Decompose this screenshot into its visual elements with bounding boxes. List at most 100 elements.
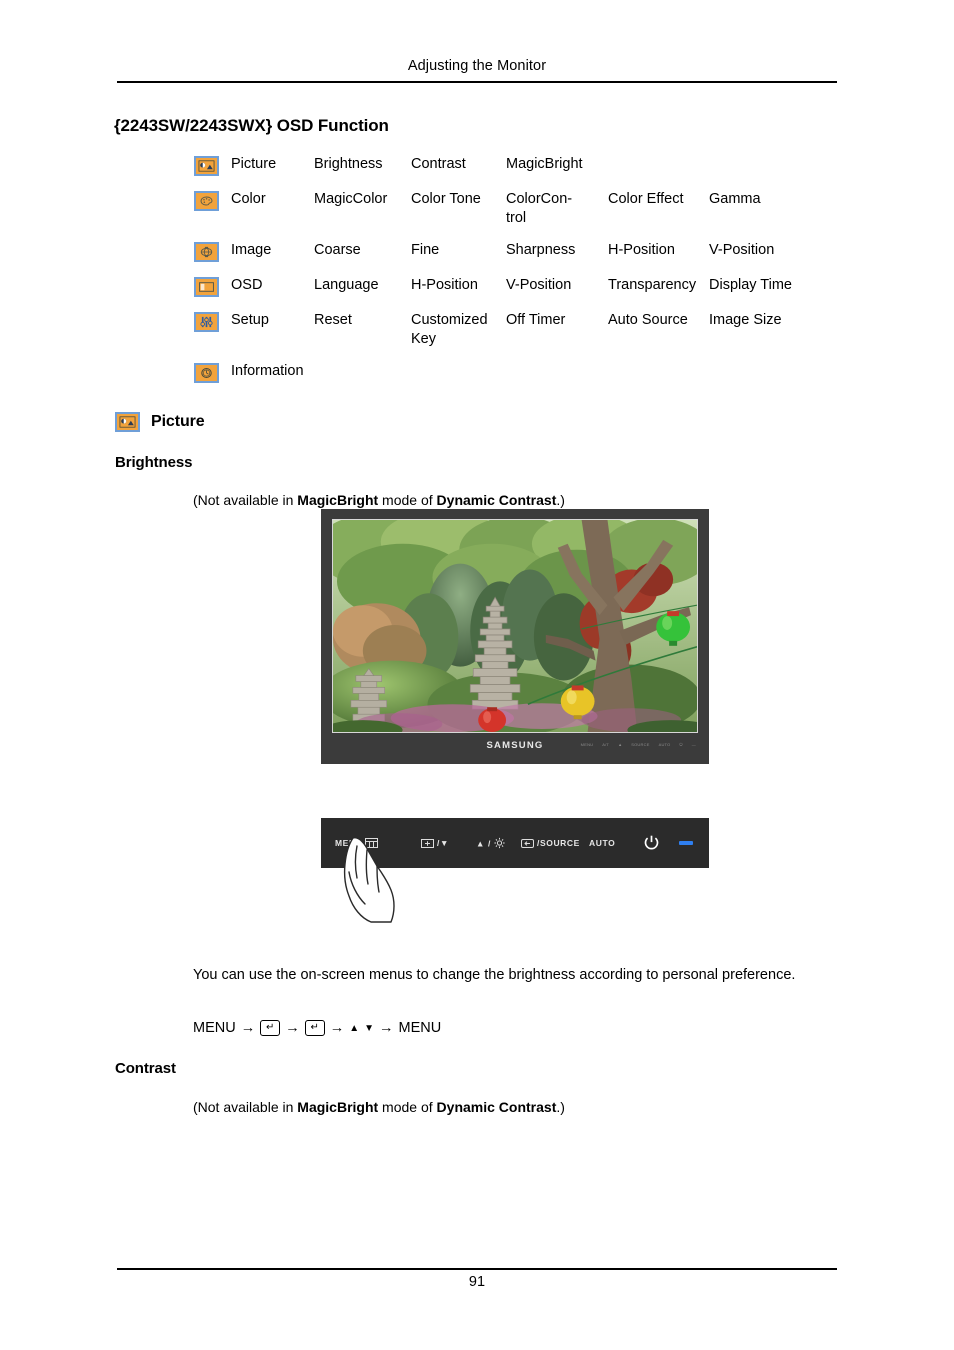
osd-category-label: Picture: [231, 156, 277, 172]
osd-item: V-Position: [709, 242, 775, 258]
osd-item: Brightness: [314, 156, 383, 172]
bezel-key-source[interactable]: SOURCE: [631, 742, 649, 747]
image-icon: [194, 242, 219, 262]
bezel-key-led: —: [691, 742, 696, 747]
picture-icon: [194, 156, 219, 176]
control-panel-buttons: MENU /▼ ▲ / /SOURCE AUTO: [321, 818, 709, 868]
enter-key-icon: ↵: [304, 1020, 325, 1036]
nav-arrow: →: [379, 1020, 394, 1036]
source-button-label: /SOURCE: [537, 838, 580, 848]
osd-item: Color Effect: [608, 191, 684, 207]
power-button[interactable]: [643, 835, 660, 852]
page-number: 91: [468, 1274, 486, 1290]
information-clock-icon: [194, 363, 219, 383]
auto-button[interactable]: AUTO: [589, 838, 615, 848]
color-control-word3: trol: [506, 210, 527, 226]
down-button-label: /▼: [437, 838, 449, 848]
bezel-key-labels: MENU A/T ▲ SOURCE AUTO ⏻ —: [581, 742, 696, 747]
source-button[interactable]: /SOURCE: [521, 838, 580, 848]
osd-item: Sharpness: [506, 242, 576, 258]
document-page: Adjusting the Monitor {2243SW/2243SWX} O…: [0, 0, 954, 1350]
osd-item: Contrast: [411, 156, 466, 172]
osd-item: Language: [314, 277, 379, 293]
down-button[interactable]: /▼: [421, 838, 449, 848]
down-arrow-icon: ▼: [364, 1022, 375, 1034]
control-panel-figure: MENU /▼ ▲ / /SOURCE AUTO: [321, 818, 709, 868]
enter-key-icon: ↵: [260, 1020, 281, 1036]
bezel-key-auto[interactable]: AUTO: [659, 742, 671, 747]
osd-function-table: Picture Brightness Contrast MagicBright …: [194, 155, 834, 384]
table-row: Color MagicColor Color Tone ColorCon-tro…: [194, 190, 834, 228]
bezel-key-up[interactable]: ▲: [618, 742, 622, 747]
osd-item: Customized Key: [411, 312, 488, 347]
osd-item: MagicBright: [506, 156, 583, 172]
osd-item: Off Timer: [506, 312, 566, 328]
osd-category-label: Setup: [231, 312, 269, 328]
enter-box-icon: [421, 838, 434, 848]
up-button[interactable]: ▲ /: [476, 837, 505, 849]
section-title: {2243SW/2243SWX} OSD Function: [114, 116, 389, 135]
note-dynamic-contrast: Dynamic Contrast: [436, 1099, 557, 1115]
led-dash-icon: [679, 841, 693, 845]
bezel-key-power[interactable]: ⏻: [679, 742, 682, 747]
osd-item: Image Size: [709, 312, 782, 328]
table-row: Picture Brightness Contrast MagicBright: [194, 155, 834, 177]
up-button-separator: /: [488, 838, 491, 848]
osd-category-label: Image: [231, 242, 272, 258]
note-suffix: .): [556, 492, 565, 508]
osd-item-color-control: ColorCon-trol: [506, 190, 608, 228]
enter-box-icon: [521, 838, 534, 848]
note-suffix: .): [556, 1099, 565, 1115]
contrast-heading: Contrast: [115, 1060, 176, 1077]
brightness-availability-note: (Not available in MagicBright mode of Dy…: [193, 491, 565, 510]
osd-item: H-Position: [608, 242, 675, 258]
table-row: Information: [194, 362, 834, 384]
brightness-description: You can use the on-screen menus to chang…: [193, 967, 796, 983]
osd-item: H-Position: [411, 277, 478, 293]
osd-category-label: Color: [231, 191, 266, 207]
picture-icon: [115, 412, 140, 432]
brightness-sun-icon: [494, 837, 505, 849]
contrast-availability-note: (Not available in MagicBright mode of Dy…: [193, 1098, 565, 1117]
osd-item: Color Tone: [411, 191, 481, 207]
table-row: OSD Language H-Position V-Position Trans…: [194, 276, 834, 298]
footer-divider: [117, 1268, 837, 1270]
color-control-word2: Con-: [540, 191, 573, 207]
table-row: Image Coarse Fine Sharpness H-Position V…: [194, 241, 834, 263]
note-middle: mode of: [378, 492, 437, 508]
monitor-screen: [332, 519, 698, 733]
osd-item: Gamma: [709, 191, 761, 207]
up-arrow-icon: ▲: [349, 1022, 360, 1034]
bezel-key-menu[interactable]: MENU: [581, 742, 594, 747]
osd-item: Reset: [314, 312, 352, 328]
power-led-indicator: [679, 841, 693, 845]
note-magicbright: MagicBright: [297, 1099, 379, 1115]
power-icon: [643, 835, 660, 852]
bezel-key-at[interactable]: A/T: [602, 742, 609, 747]
color-palette-icon: [194, 191, 219, 211]
samsung-brand-logo: SAMSUNG: [486, 740, 544, 751]
menu-button[interactable]: MENU: [335, 838, 379, 848]
osd-icon: [194, 277, 219, 297]
osd-item: Transparency: [608, 277, 697, 293]
monitor-bottom-bezel: SAMSUNG MENU A/T ▲ SOURCE AUTO ⏻ —: [332, 733, 698, 761]
nav-menu-start: MENU: [193, 1020, 236, 1036]
running-header: Adjusting the Monitor: [407, 58, 547, 74]
osd-category-label: OSD: [231, 277, 263, 293]
note-magicbright: MagicBright: [297, 492, 379, 508]
osd-item: Coarse: [314, 242, 361, 258]
picture-heading-label: Picture: [151, 413, 205, 430]
menu-button-label: MENU: [335, 838, 363, 848]
nav-arrow: →: [329, 1020, 345, 1036]
header-divider: [117, 81, 837, 83]
menu-grid-icon: [365, 838, 379, 848]
osd-item: Fine: [411, 242, 440, 258]
nav-menu-end: MENU: [398, 1020, 442, 1036]
brightness-navigation-sequence: MENU → ↵ → ↵ → ▲ ▼ → MENU: [193, 1020, 441, 1036]
table-row: Setup Reset Customized Key Off Timer Aut…: [194, 311, 834, 349]
osd-item: Display Time: [709, 277, 792, 293]
monitor-figure: SAMSUNG MENU A/T ▲ SOURCE AUTO ⏻ —: [321, 509, 709, 764]
auto-button-label: AUTO: [589, 838, 616, 848]
setup-sliders-icon: [194, 312, 219, 332]
brightness-heading: Brightness: [115, 454, 193, 471]
